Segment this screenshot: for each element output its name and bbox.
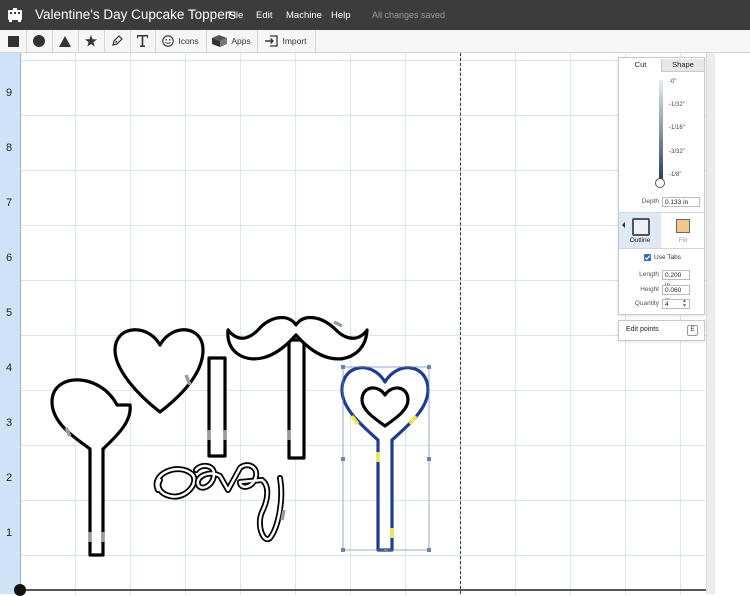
menu-edit[interactable]: Edit <box>256 10 272 21</box>
quantity-label: Quantity <box>634 300 659 307</box>
depth-slider-track[interactable] <box>659 80 663 180</box>
title-bar: Valentine's Day Cupcake Toppers File Edi… <box>0 0 750 30</box>
mode-fill[interactable]: Fill <box>662 213 704 248</box>
toolbar: Icons Apps Import <box>0 30 750 53</box>
ruler-label: 6 <box>6 252 13 264</box>
length-input[interactable]: 0.200 in <box>662 270 690 289</box>
resize-handle[interactable] <box>341 548 345 552</box>
icons-label: Icons <box>178 36 199 46</box>
fill-label: Fill <box>678 237 688 244</box>
star-tool[interactable] <box>78 30 105 52</box>
mode-outline[interactable]: Outline <box>619 213 661 248</box>
circle-icon <box>33 35 45 47</box>
import-label: Import <box>282 36 307 46</box>
outline-icon <box>632 218 650 236</box>
smiley-icon <box>162 35 175 47</box>
circle-tool[interactable] <box>26 30 53 52</box>
app-logo-icon[interactable] <box>6 6 24 24</box>
tab-shape[interactable]: Shape <box>661 59 704 72</box>
depth-mark: -1/32" <box>669 102 685 108</box>
ruler-label: 2 <box>6 472 13 484</box>
apps-button[interactable]: Apps <box>206 30 258 52</box>
resize-handle[interactable] <box>384 548 388 552</box>
depth-slider-handle[interactable] <box>655 178 665 188</box>
icons-button[interactable]: Icons <box>155 30 207 52</box>
quantity-stepper[interactable]: 4 ▲ ▼ <box>662 299 690 309</box>
depth-mark: -0" <box>669 79 677 85</box>
text-tool[interactable] <box>130 30 156 52</box>
apps-label: Apps <box>231 36 251 46</box>
resize-handle[interactable] <box>427 365 431 369</box>
triangle-tool[interactable] <box>52 30 79 52</box>
vertical-ruler: 9 8 7 6 5 4 3 2 1 <box>0 53 21 594</box>
ruler-label: 9 <box>6 87 13 99</box>
pen-icon <box>112 35 123 46</box>
outline-label: Outline <box>629 237 651 244</box>
edit-points-shortcut: E <box>687 325 698 336</box>
text-icon <box>137 35 148 47</box>
resize-handle[interactable] <box>341 365 345 369</box>
checkmark-icon <box>644 255 651 261</box>
ruler-label: 5 <box>6 307 13 319</box>
depth-mark: -1/8" <box>669 172 682 178</box>
star-icon <box>85 35 97 47</box>
height-input[interactable]: 0.060 in <box>662 285 690 304</box>
canvas-bottom-edge <box>21 589 706 591</box>
use-tabs-label: Use Tabs <box>654 254 681 261</box>
tab-cut[interactable]: Cut <box>620 59 661 71</box>
vertical-scrollbar[interactable] <box>706 53 715 594</box>
triangle-icon <box>59 35 71 47</box>
ruler-label: 8 <box>6 142 13 154</box>
design-canvas[interactable] <box>21 53 712 594</box>
resize-handle[interactable] <box>427 548 431 552</box>
ruler-label: 1 <box>6 527 13 539</box>
cut-settings-panel: Cut Shape -0" -1/32" -1/16" -3/32" -1/8"… <box>618 57 705 315</box>
menu-help[interactable]: Help <box>331 10 351 21</box>
depth-input[interactable]: 0.133 in <box>662 197 700 207</box>
document-title[interactable]: Valentine's Day Cupcake Toppers <box>35 7 236 22</box>
edit-points-label: Edit points <box>626 326 659 333</box>
length-label: Length <box>639 271 659 278</box>
save-status: All changes saved <box>372 10 446 20</box>
square-icon <box>7 35 19 47</box>
ruler-label: 7 <box>6 197 13 209</box>
origin-marker[interactable] <box>14 584 26 596</box>
menu-machine[interactable]: Machine <box>286 10 322 21</box>
depth-label: Depth <box>641 198 659 205</box>
ruler-label: 4 <box>6 362 13 374</box>
resize-handle[interactable] <box>341 457 345 461</box>
menu-file[interactable]: File <box>228 10 243 21</box>
rectangle-tool[interactable] <box>0 30 27 52</box>
pen-tool[interactable] <box>104 30 131 52</box>
resize-handle[interactable] <box>427 457 431 461</box>
use-tabs-checkbox[interactable] <box>644 254 651 261</box>
edit-points-button[interactable]: Edit points E <box>618 320 705 341</box>
height-label: Height <box>640 286 659 293</box>
depth-mark: -3/32" <box>669 149 685 155</box>
quantity-value: 4 <box>665 301 669 308</box>
material-edge-line <box>460 53 461 594</box>
ruler-label: 3 <box>6 417 13 429</box>
fill-icon <box>676 219 690 233</box>
stepper-arrows-icon[interactable]: ▲ ▼ <box>682 299 687 309</box>
import-icon <box>265 35 279 47</box>
import-button[interactable]: Import <box>257 30 316 52</box>
apps-box-icon <box>212 35 228 47</box>
depth-mark: -1/16" <box>669 125 685 131</box>
